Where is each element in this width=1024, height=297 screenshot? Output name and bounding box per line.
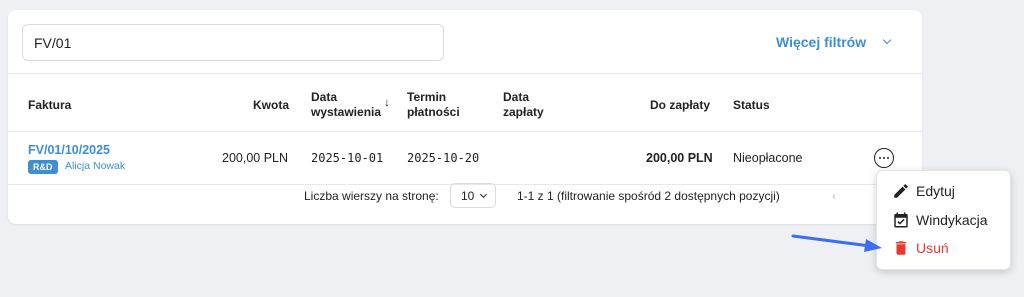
menu-item-label: Windykacja	[916, 212, 988, 228]
header-invoice[interactable]: Faktura	[28, 98, 71, 113]
menu-item-collection[interactable]: Windykacja	[877, 207, 1010, 233]
department-badge: R&D	[28, 160, 58, 174]
assigned-person[interactable]: Alicja Nowak	[65, 160, 125, 172]
header-due-date[interactable]: Termin płatności	[407, 90, 460, 120]
header-due-date-line1: Termin	[407, 90, 447, 104]
menu-item-label: Usuń	[916, 240, 949, 256]
row-to-pay: 200,00 PLN	[646, 151, 713, 165]
row-amount: 200,00 PLN	[222, 151, 289, 165]
more-filters-label: Więcej filtrów	[776, 34, 867, 50]
pagination-info: 1-1 z 1 (filtrowanie spośród 2 dostępnyc…	[517, 189, 780, 203]
row-due-date: 2025-10-20	[407, 151, 480, 165]
previous-page-button[interactable]: ‹	[832, 189, 836, 203]
more-dots-icon	[878, 156, 882, 160]
rows-per-page-select[interactable]: 10	[450, 183, 496, 208]
header-due-date-line2: płatności	[407, 105, 460, 119]
divider	[8, 131, 922, 132]
search-input[interactable]	[22, 24, 444, 61]
menu-item-label: Edytuj	[916, 183, 955, 199]
row-context-menu: Edytuj Windykacja Usuń	[876, 170, 1011, 270]
header-to-pay[interactable]: Do zapłaty	[650, 98, 710, 113]
invoice-number-link[interactable]: FV/01/10/2025	[28, 143, 110, 157]
row-issue-date: 2025-10-01	[311, 151, 384, 165]
annotation-arrow-icon	[791, 234, 882, 252]
rows-per-page-value: 10	[461, 188, 475, 203]
calendar-check-icon	[894, 212, 908, 228]
chevron-down-icon	[480, 190, 488, 198]
header-amount[interactable]: Kwota	[253, 98, 289, 113]
menu-item-delete[interactable]: Usuń	[877, 235, 1010, 261]
invoices-card: Więcej filtrów Faktura Kwota Data wystaw…	[8, 10, 922, 224]
header-payment-date-line1: Data	[503, 90, 530, 104]
header-issue-date-line2: wystawienia	[311, 105, 382, 119]
divider	[8, 73, 922, 74]
pencil-icon	[894, 184, 908, 198]
header-issue-date[interactable]: Data wystawienia	[311, 90, 381, 120]
rows-per-page-label: Liczba wierszy na stronę:	[304, 189, 439, 203]
header-payment-date[interactable]: Data zapłaty	[503, 90, 544, 120]
header-payment-date-line2: zapłaty	[503, 105, 544, 119]
chevron-down-icon	[882, 35, 892, 45]
menu-item-edit[interactable]: Edytuj	[877, 178, 1010, 204]
row-actions-button[interactable]	[874, 148, 894, 168]
more-filters-button[interactable]: Więcej filtrów	[776, 32, 892, 52]
trash-icon	[895, 241, 907, 255]
sort-desc-icon[interactable]: ↓	[384, 95, 390, 109]
row-status: Nieopłacone	[733, 151, 803, 165]
header-status[interactable]: Status	[733, 98, 770, 113]
header-issue-date-line1: Data	[311, 90, 338, 104]
